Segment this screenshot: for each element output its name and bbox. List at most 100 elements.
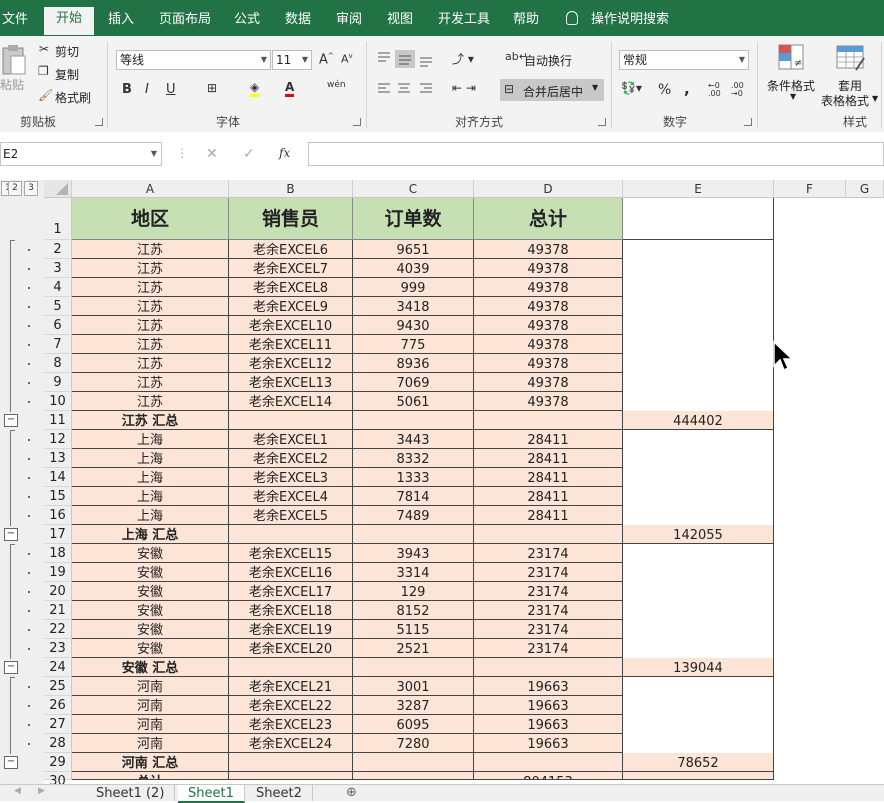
data-cell-a[interactable]: 上海 bbox=[72, 430, 229, 449]
data-cell-d[interactable]: 23174 bbox=[474, 601, 623, 620]
collapse-group-icon[interactable]: − bbox=[4, 661, 18, 674]
data-cell-a[interactable]: 江苏 bbox=[72, 335, 229, 354]
percent-button[interactable]: % bbox=[658, 82, 671, 98]
data-cell-d[interactable]: 49378 bbox=[474, 278, 623, 297]
increase-decimal-icon[interactable]: ←0.00 bbox=[708, 82, 721, 98]
data-cell-c[interactable]: 9651 bbox=[353, 240, 474, 259]
row-header[interactable]: 19 bbox=[44, 563, 72, 582]
merge-center-button[interactable]: ⊟ 合并后居中 ▼ bbox=[500, 79, 604, 101]
data-cell-e[interactable] bbox=[623, 734, 774, 753]
data-cell-c[interactable]: 3418 bbox=[353, 297, 474, 316]
orientation-icon[interactable]: ⤴ ▾ bbox=[452, 50, 474, 67]
data-cell-a[interactable]: 江苏 bbox=[72, 392, 229, 411]
row-header[interactable]: 3 bbox=[44, 259, 72, 278]
row-header[interactable]: 17 bbox=[44, 525, 72, 544]
row-header[interactable]: 21 bbox=[44, 601, 72, 620]
decrease-font-icon[interactable]: Av bbox=[341, 52, 353, 66]
collapse-group-icon[interactable]: − bbox=[4, 756, 18, 769]
row-header[interactable]: 13 bbox=[44, 449, 72, 468]
data-cell-e[interactable] bbox=[623, 601, 774, 620]
header-region[interactable]: 地区 bbox=[72, 198, 229, 240]
data-cell-d[interactable]: 49378 bbox=[474, 259, 623, 278]
tab-review[interactable]: 审阅 bbox=[336, 8, 362, 36]
number-launcher-icon[interactable] bbox=[744, 118, 752, 126]
data-cell-b[interactable]: 老余EXCEL7 bbox=[229, 259, 353, 278]
prev-sheet-icon[interactable]: ◀ bbox=[14, 786, 21, 796]
row-header[interactable]: 15 bbox=[44, 487, 72, 506]
row-header[interactable]: 5 bbox=[44, 297, 72, 316]
data-cell-a[interactable]: 上海 bbox=[72, 449, 229, 468]
tab-file[interactable]: 文件 bbox=[2, 8, 28, 36]
data-cell-d[interactable]: 23174 bbox=[474, 582, 623, 601]
format-painter-button[interactable]: 格式刷 bbox=[55, 89, 91, 106]
subtotal-cell-e[interactable] bbox=[623, 772, 774, 780]
data-cell-b[interactable]: 老余EXCEL9 bbox=[229, 297, 353, 316]
data-cell-e[interactable] bbox=[623, 259, 774, 278]
bold-button[interactable]: B bbox=[122, 82, 132, 97]
vertical-align-icons[interactable] bbox=[376, 50, 436, 68]
outline-level-2[interactable]: 2 bbox=[8, 181, 22, 196]
data-cell-c[interactable]: 8332 bbox=[353, 449, 474, 468]
data-cell-b[interactable]: 老余EXCEL17 bbox=[229, 582, 353, 601]
data-cell-d[interactable]: 28411 bbox=[474, 506, 623, 525]
data-cell-b[interactable]: 老余EXCEL13 bbox=[229, 373, 353, 392]
data-cell-b[interactable]: 老余EXCEL4 bbox=[229, 487, 353, 506]
subtotal-cell-e[interactable]: 444402 bbox=[623, 411, 774, 430]
data-cell-e[interactable] bbox=[623, 696, 774, 715]
data-cell-d[interactable]: 23174 bbox=[474, 544, 623, 563]
data-cell-e[interactable] bbox=[623, 240, 774, 259]
data-cell-c[interactable]: 3001 bbox=[353, 677, 474, 696]
tab-page-layout[interactable]: 页面布局 bbox=[159, 8, 211, 36]
data-cell-d[interactable]: 49378 bbox=[474, 392, 623, 411]
row-header[interactable]: 14 bbox=[44, 468, 72, 487]
sheet-tab-3[interactable]: Sheet2 bbox=[246, 785, 313, 801]
data-cell-b[interactable]: 老余EXCEL3 bbox=[229, 468, 353, 487]
data-cell-c[interactable]: 4039 bbox=[353, 259, 474, 278]
data-cell-d[interactable]: 49378 bbox=[474, 297, 623, 316]
tab-view[interactable]: 视图 bbox=[387, 8, 413, 36]
data-cell-c[interactable]: 7280 bbox=[353, 734, 474, 753]
data-cell-b[interactable]: 老余EXCEL12 bbox=[229, 354, 353, 373]
data-cell-c[interactable]: 3443 bbox=[353, 430, 474, 449]
collapse-group-icon[interactable]: − bbox=[4, 528, 18, 541]
data-cell-a[interactable]: 江苏 bbox=[72, 240, 229, 259]
subtotal-cell-a[interactable]: 江苏 汇总 bbox=[72, 411, 229, 430]
data-cell-e[interactable] bbox=[623, 392, 774, 411]
data-cell-c[interactable]: 5115 bbox=[353, 620, 474, 639]
row-header[interactable]: 6 bbox=[44, 316, 72, 335]
data-cell-e[interactable] bbox=[623, 373, 774, 392]
header-orders[interactable]: 订单数 bbox=[353, 198, 474, 240]
data-cell-a[interactable]: 江苏 bbox=[72, 373, 229, 392]
subtotal-cell-b[interactable] bbox=[229, 525, 353, 544]
data-cell-c[interactable]: 3287 bbox=[353, 696, 474, 715]
tab-home[interactable]: 开始 bbox=[44, 7, 95, 35]
subtotal-cell-d[interactable]: 804153 bbox=[474, 772, 623, 780]
row-header[interactable]: 16 bbox=[44, 506, 72, 525]
data-cell-e[interactable] bbox=[623, 468, 774, 487]
data-cell-b[interactable]: 老余EXCEL24 bbox=[229, 734, 353, 753]
collapse-group-icon[interactable]: − bbox=[4, 414, 18, 427]
data-cell-a[interactable]: 安徽 bbox=[72, 582, 229, 601]
data-cell-a[interactable]: 安徽 bbox=[72, 544, 229, 563]
font-size-select[interactable]: 11 ▼ bbox=[272, 50, 312, 70]
col-header-E[interactable]: E bbox=[623, 180, 774, 198]
data-cell-a[interactable]: 上海 bbox=[72, 468, 229, 487]
data-cell-d[interactable]: 49378 bbox=[474, 335, 623, 354]
subtotal-cell-a[interactable]: 上海 汇总 bbox=[72, 525, 229, 544]
name-box[interactable]: E2 ▼ bbox=[0, 142, 162, 166]
subtotal-cell-a[interactable]: 安徽 汇总 bbox=[72, 658, 229, 677]
data-cell-e[interactable] bbox=[623, 297, 774, 316]
data-cell-a[interactable]: 河南 bbox=[72, 715, 229, 734]
number-format-select[interactable]: 常规 ▼ bbox=[619, 50, 749, 70]
data-cell-b[interactable]: 老余EXCEL10 bbox=[229, 316, 353, 335]
data-cell-d[interactable]: 28411 bbox=[474, 468, 623, 487]
data-cell-a[interactable]: 江苏 bbox=[72, 297, 229, 316]
data-cell-b[interactable]: 老余EXCEL6 bbox=[229, 240, 353, 259]
data-cell-e[interactable] bbox=[623, 430, 774, 449]
tell-me-search[interactable]: 操作说明搜索 bbox=[591, 8, 669, 36]
data-cell-a[interactable]: 江苏 bbox=[72, 278, 229, 297]
data-cell-c[interactable]: 3943 bbox=[353, 544, 474, 563]
row-header[interactable]: 24 bbox=[44, 658, 72, 677]
clipboard-launcher-icon[interactable] bbox=[95, 118, 103, 126]
data-cell-c[interactable]: 775 bbox=[353, 335, 474, 354]
